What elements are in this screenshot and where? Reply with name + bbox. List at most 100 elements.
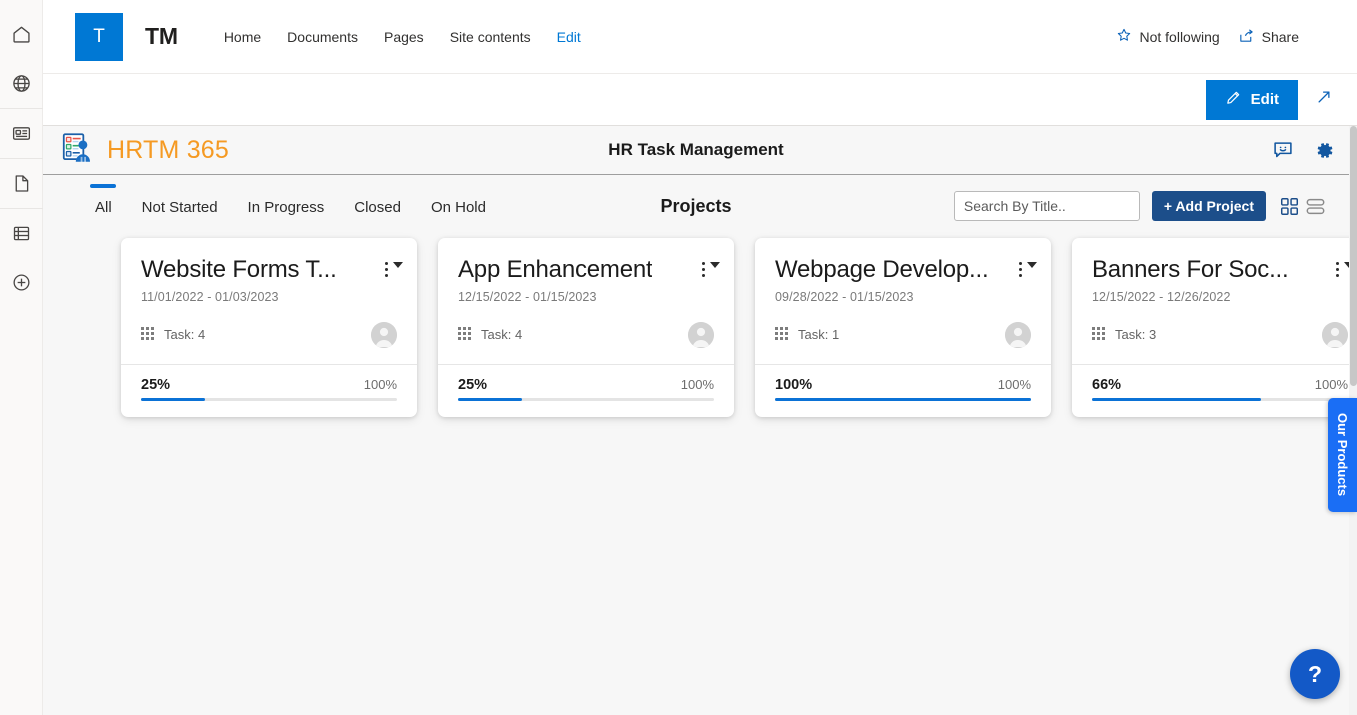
- progress-fill: [141, 398, 205, 401]
- our-products-tab[interactable]: Our Products: [1328, 398, 1357, 512]
- rail-item-lists[interactable]: [0, 209, 43, 258]
- filter-on-hold[interactable]: On Hold: [416, 175, 501, 224]
- rail-item-news[interactable]: [0, 109, 43, 158]
- avatar[interactable]: [1005, 322, 1031, 348]
- site-title: TM: [145, 23, 178, 50]
- site-logo[interactable]: T: [75, 13, 123, 61]
- rail-item-documents[interactable]: [0, 159, 43, 208]
- hrtm-webpart: HRTM 365 HR Task Management All Not Star…: [43, 126, 1349, 715]
- task-count: Task: 4: [458, 327, 522, 343]
- project-cards: Website Forms T... 11/01/2022 - 01/03/20…: [43, 238, 1349, 417]
- rail-item-web[interactable]: [0, 59, 43, 108]
- progress-labels: 25% 100%: [141, 377, 397, 393]
- project-dates: 12/15/2022 - 01/15/2023: [438, 284, 734, 304]
- grid-dots-icon: [1092, 327, 1105, 343]
- hrtm-logo-icon: [60, 132, 96, 169]
- filter-all[interactable]: All: [80, 175, 127, 224]
- card-menu-button[interactable]: [385, 256, 403, 277]
- rail-item-home[interactable]: [0, 10, 43, 59]
- scrollbar-thumb[interactable]: [1350, 126, 1357, 386]
- task-count-label: Task: 4: [481, 327, 522, 342]
- nav-item-home[interactable]: Home: [211, 23, 274, 51]
- share-label: Share: [1262, 29, 1299, 45]
- expand-button[interactable]: [1302, 78, 1346, 122]
- card-progress: 100% 100%: [755, 364, 1051, 417]
- progress-labels: 100% 100%: [775, 377, 1031, 393]
- nav-item-pages[interactable]: Pages: [371, 23, 437, 51]
- card-header: Webpage Develop...: [755, 242, 1051, 284]
- progress-max-label: 100%: [681, 377, 714, 392]
- card-menu-button[interactable]: [1336, 256, 1349, 277]
- project-title: Webpage Develop...: [775, 256, 988, 284]
- projects-toolbar: All Not Started In Progress Closed On Ho…: [43, 175, 1349, 238]
- project-title: Banners For Soc...: [1092, 256, 1289, 284]
- avatar[interactable]: [688, 322, 714, 348]
- progress-value-label: 25%: [458, 377, 487, 393]
- search-input[interactable]: [954, 191, 1140, 221]
- chevron-down-icon: [1027, 262, 1037, 268]
- nav-item-site-contents[interactable]: Site contents: [437, 23, 544, 51]
- task-count: Task: 4: [141, 327, 205, 343]
- avatar[interactable]: [1322, 322, 1348, 348]
- pencil-icon: [1225, 89, 1242, 110]
- list-view-icon[interactable]: [1306, 197, 1325, 216]
- project-card[interactable]: Webpage Develop... 09/28/2022 - 01/15/20…: [755, 238, 1051, 417]
- list-icon: [11, 223, 32, 244]
- project-card[interactable]: Website Forms T... 11/01/2022 - 01/03/20…: [121, 238, 417, 417]
- expand-arrow-icon: [1315, 88, 1333, 111]
- feedback-icon[interactable]: [1272, 139, 1294, 161]
- rail-item-create[interactable]: [0, 258, 43, 307]
- progress-labels: 25% 100%: [458, 377, 714, 393]
- globe-icon: [11, 73, 32, 94]
- grid-dots-icon: [775, 327, 788, 343]
- project-dates: 11/01/2022 - 01/03/2023: [121, 284, 417, 304]
- card-menu-button[interactable]: [702, 256, 720, 277]
- share-icon: [1238, 27, 1255, 47]
- card-meta: Task: 4: [121, 304, 417, 364]
- avatar[interactable]: [371, 322, 397, 348]
- progress-track: [1092, 398, 1348, 401]
- project-title: Website Forms T...: [141, 256, 337, 284]
- our-products-label: Our Products: [1335, 413, 1350, 496]
- not-following-button[interactable]: Not following: [1116, 27, 1219, 46]
- filter-closed[interactable]: Closed: [339, 175, 416, 224]
- grid-dots-icon: [141, 327, 154, 343]
- progress-value-label: 100%: [775, 377, 812, 393]
- filter-in-progress[interactable]: In Progress: [233, 175, 340, 224]
- task-count: Task: 1: [775, 327, 839, 343]
- edit-page-label: Edit: [1251, 91, 1279, 108]
- project-card[interactable]: App Enhancement 12/15/2022 - 01/15/2023 …: [438, 238, 734, 417]
- more-options-icon: [385, 260, 388, 277]
- grid-view-icon[interactable]: [1280, 197, 1299, 216]
- project-card[interactable]: Banners For Soc... 12/15/2022 - 12/26/20…: [1072, 238, 1349, 417]
- filter-not-started[interactable]: Not Started: [127, 175, 233, 224]
- share-button[interactable]: Share: [1238, 27, 1299, 47]
- edit-page-button[interactable]: Edit: [1206, 80, 1298, 120]
- progress-max-label: 100%: [1315, 377, 1348, 392]
- task-count-label: Task: 4: [164, 327, 205, 342]
- page-command-bar: Edit: [43, 74, 1357, 126]
- chevron-down-icon: [393, 262, 403, 268]
- card-menu-button[interactable]: [1019, 256, 1037, 277]
- project-dates: 09/28/2022 - 01/15/2023: [755, 284, 1051, 304]
- progress-fill: [1092, 398, 1261, 401]
- card-progress: 66% 100%: [1072, 364, 1349, 417]
- star-icon: [1116, 27, 1132, 46]
- progress-track: [141, 398, 397, 401]
- app-brand[interactable]: HRTM 365: [60, 132, 229, 169]
- help-button[interactable]: ?: [1290, 649, 1340, 699]
- add-project-button[interactable]: + Add Project: [1152, 191, 1266, 221]
- nav-item-documents[interactable]: Documents: [274, 23, 371, 51]
- progress-max-label: 100%: [364, 377, 397, 392]
- view-toggle: [1280, 197, 1325, 216]
- progress-fill: [458, 398, 522, 401]
- card-meta: Task: 1: [755, 304, 1051, 364]
- home-icon: [11, 24, 32, 45]
- sharepoint-header: T TM Home Documents Pages Site contents …: [43, 0, 1357, 74]
- card-progress: 25% 100%: [121, 364, 417, 417]
- nav-item-edit[interactable]: Edit: [544, 23, 594, 51]
- not-following-label: Not following: [1139, 29, 1219, 45]
- header-actions: Not following Share: [1116, 27, 1299, 47]
- progress-track: [775, 398, 1031, 401]
- settings-gear-icon[interactable]: [1314, 140, 1335, 161]
